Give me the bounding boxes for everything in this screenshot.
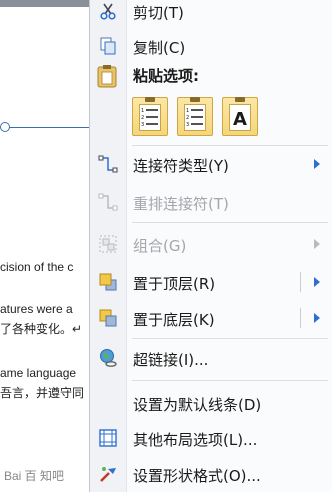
- separator: [132, 338, 328, 339]
- paste-keep-source-button[interactable]: 123: [132, 97, 168, 136]
- send-to-back-icon: [98, 308, 118, 328]
- menu-item-group: 组合(G): [90, 228, 332, 260]
- menu-item-cut[interactable]: 剪切(T): [90, 0, 332, 27]
- connector-line[interactable]: [5, 127, 98, 128]
- menu-item-reroute-connector: 重排连接符(T): [90, 186, 332, 218]
- svg-text:3: 3: [186, 122, 189, 128]
- group-icon: [98, 234, 118, 254]
- menu-item-bring-to-front[interactable]: 置于顶层(R): [90, 266, 332, 298]
- menu-item-send-to-back[interactable]: 置于底层(K): [90, 302, 332, 334]
- split-divider: [300, 308, 301, 328]
- menu-item-label: 复制(C): [133, 39, 186, 57]
- paste-options-header: 粘贴选项:: [133, 67, 199, 85]
- ruler-bar: [0, 0, 98, 7]
- svg-text:2: 2: [186, 115, 189, 121]
- menu-item-format-shape[interactable]: 设置形状格式(O)...: [90, 458, 332, 490]
- menu-item-set-default-line[interactable]: 设置为默认线条(D): [90, 387, 332, 419]
- svg-text:1: 1: [141, 108, 144, 114]
- menu-item-label: 连接符类型(Y): [133, 157, 229, 175]
- menu-item-label: 置于底层(K): [133, 311, 215, 329]
- menu-item-label: 其他布局选项(L)...: [133, 431, 258, 449]
- doc-text-line: 了各种变化。↵: [0, 322, 83, 336]
- format-shape-icon: [98, 464, 118, 484]
- context-menu: 剪切(T) 复制(C) 粘贴选项: 123 123 A 连接符类型(Y) 重排连…: [89, 0, 332, 492]
- split-divider: [300, 272, 301, 292]
- menu-item-label: 置于顶层(R): [133, 275, 216, 293]
- copy-icon: [98, 36, 118, 56]
- scissors-icon: [98, 1, 118, 21]
- submenu-arrow-icon[interactable]: [314, 277, 320, 287]
- submenu-arrow-icon: [314, 159, 320, 169]
- menu-item-connector-type[interactable]: 连接符类型(Y): [90, 148, 332, 180]
- watermark: Bai 百 知吧: [4, 469, 65, 483]
- doc-text-line: ame language: [0, 366, 77, 380]
- menu-item-more-layout-options[interactable]: 其他布局选项(L)...: [90, 422, 332, 454]
- layout-options-icon: [98, 428, 118, 448]
- submenu-arrow-icon[interactable]: [314, 313, 320, 323]
- doc-text-line: atures were a: [0, 302, 73, 316]
- menu-item-label: 设置形状格式(O)...: [133, 467, 261, 485]
- bring-to-front-icon: [98, 272, 118, 292]
- numbered-list-icon: 123: [139, 104, 161, 131]
- menu-item-hyperlink[interactable]: 超链接(I)...: [90, 342, 332, 374]
- clipboard-icon: [96, 64, 118, 88]
- separator: [132, 145, 328, 146]
- connector-handle[interactable]: [0, 122, 10, 132]
- menu-item-label: 组合(G): [133, 237, 187, 255]
- svg-text:1: 1: [186, 108, 189, 114]
- menu-item-label: 重排连接符(T): [133, 195, 229, 213]
- reroute-connector-icon: [98, 192, 118, 212]
- hyperlink-globe-icon: [98, 348, 118, 368]
- svg-text:2: 2: [141, 115, 144, 121]
- submenu-arrow-icon: [314, 239, 320, 249]
- numbered-list-icon: 123: [184, 104, 206, 131]
- separator: [132, 380, 328, 381]
- svg-text:3: 3: [141, 122, 144, 128]
- menu-item-label: 超链接(I)...: [133, 351, 209, 369]
- letter-a-icon: A: [229, 104, 251, 131]
- doc-text-line: cision of the c: [0, 260, 74, 274]
- menu-item-copy[interactable]: 复制(C): [90, 30, 332, 62]
- paste-merge-format-button[interactable]: 123: [177, 97, 213, 136]
- document-area: cision of the c atures were a 了各种变化。↵ am…: [0, 0, 98, 492]
- separator: [132, 222, 328, 223]
- menu-item-label: 设置为默认线条(D): [133, 396, 262, 414]
- svg-text:A: A: [233, 109, 247, 130]
- paste-text-only-button[interactable]: A: [222, 97, 258, 136]
- elbow-connector-icon: [98, 154, 118, 174]
- doc-text-line: 吾言，并遵守同: [0, 386, 85, 400]
- menu-item-label: 剪切(T): [133, 4, 184, 22]
